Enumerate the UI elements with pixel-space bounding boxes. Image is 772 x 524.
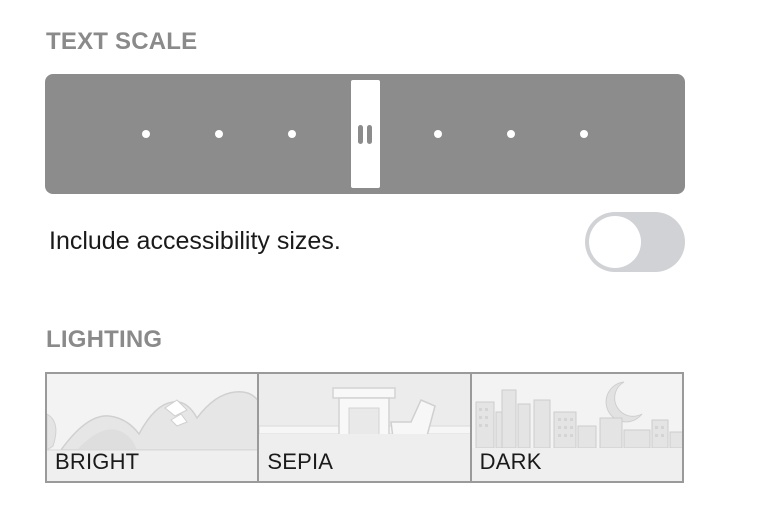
accessibility-sizes-label: Include accessibility sizes. [49,227,341,255]
lighting-option-dark[interactable]: DARK [469,374,682,481]
lighting-options: BRIGHT SEPIA DARK [45,372,684,483]
lighting-option-label: BRIGHT [55,449,140,474]
toggle-knob [589,216,641,268]
scale-step-dot-icon[interactable] [142,130,150,138]
slider-grip-icon [366,125,372,144]
lighting-option-label: SEPIA [267,449,334,474]
scale-step-dot-icon[interactable] [507,130,515,138]
scale-step-dot-icon[interactable] [288,130,296,138]
lighting-option-label: DARK [479,449,542,474]
scale-step-dot-icon[interactable] [580,130,588,138]
text-scale-heading: TEXT SCALE [46,28,198,55]
lighting-option-bright[interactable]: BRIGHT [47,374,258,481]
text-scale-slider[interactable] [45,74,685,194]
scale-step-dot-icon[interactable] [215,130,223,138]
lighting-option-sepia[interactable]: SEPIA [257,374,470,481]
text-scale-slider-handle[interactable] [350,80,380,188]
accessibility-sizes-toggle[interactable] [585,212,685,272]
slider-grip-icon [357,125,363,144]
lighting-heading: LIGHTING [46,326,163,353]
scale-step-dot-icon[interactable] [434,130,442,138]
